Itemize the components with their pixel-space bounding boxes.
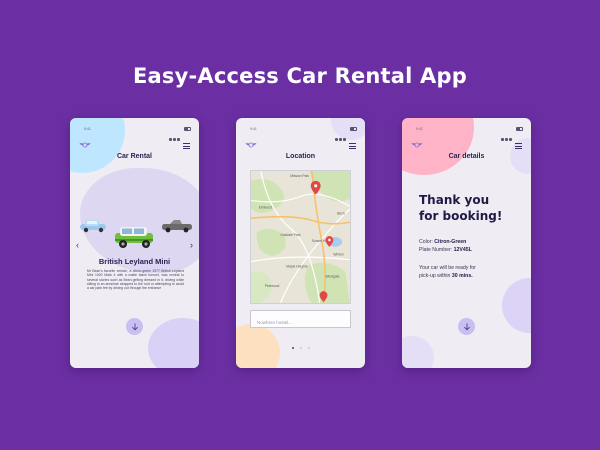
heading-line: for booking! bbox=[419, 209, 503, 223]
battery-icon bbox=[516, 127, 523, 131]
search-input[interactable] bbox=[251, 314, 350, 331]
phone-car-rental: 9:41 Car Rental ‹ › British Leyland Mini… bbox=[70, 118, 199, 368]
car-carousel[interactable] bbox=[70, 215, 199, 250]
page-title: Location bbox=[285, 153, 316, 160]
pickup-line: Your car will be ready for bbox=[419, 265, 476, 271]
mini-logo-icon[interactable] bbox=[245, 141, 257, 149]
battery-icon bbox=[350, 127, 357, 131]
signal-icon bbox=[335, 128, 349, 141]
svg-text:Mission Park: Mission Park bbox=[290, 174, 309, 178]
chevron-right-icon[interactable]: › bbox=[190, 240, 193, 250]
status-time: 9:41 bbox=[416, 127, 423, 131]
svg-text:Pinewood: Pinewood bbox=[265, 284, 280, 288]
car-grey-thumbnail bbox=[162, 220, 192, 233]
page-title: Car details bbox=[448, 153, 485, 160]
svg-text:Maple Heights: Maple Heights bbox=[286, 265, 308, 269]
page-indicator bbox=[236, 336, 365, 354]
status-bar: 9:41 bbox=[70, 127, 199, 141]
color-value: Citron-Green bbox=[434, 239, 467, 245]
battery-icon bbox=[184, 127, 191, 131]
headline: Easy-Access Car Rental App bbox=[133, 64, 467, 88]
color-label: Color: bbox=[419, 239, 433, 245]
arrow-down-icon bbox=[131, 322, 138, 330]
svg-text:Elmhurst: Elmhurst bbox=[259, 205, 272, 209]
color-row: Color: Citron-Green bbox=[419, 239, 472, 247]
svg-text:Winton: Winton bbox=[333, 253, 343, 257]
page-title: Car Rental bbox=[116, 153, 152, 160]
decor-blob bbox=[148, 318, 199, 368]
status-time: 9:41 bbox=[250, 127, 257, 131]
phone-location: 9:41 Location Mission Park Elmhurst Birc… bbox=[236, 118, 365, 368]
signal-icon bbox=[169, 128, 183, 141]
hamburger-menu-icon[interactable] bbox=[349, 143, 356, 149]
mini-logo-icon[interactable] bbox=[411, 141, 423, 149]
phone-car-details: 9:41 Car details Thank you for booking! … bbox=[402, 118, 531, 368]
svg-text:Birch: Birch bbox=[337, 211, 345, 215]
pickup-time: 30 mins. bbox=[451, 272, 473, 279]
page-dot-active[interactable] bbox=[291, 347, 294, 349]
scroll-down-button[interactable] bbox=[458, 318, 475, 335]
status-bar: 9:41 bbox=[236, 127, 365, 141]
car-info: Color: Citron-Green Plate Number: 12V45L bbox=[419, 239, 472, 254]
pickup-line: pick-up within 30 mins. bbox=[419, 273, 476, 281]
hamburger-menu-icon[interactable] bbox=[183, 143, 190, 149]
car-description: Mr Bean's favorite vehicle, a citron-gre… bbox=[87, 269, 184, 291]
plate-value: 12V45L bbox=[453, 246, 472, 253]
mini-logo-icon[interactable] bbox=[79, 141, 91, 149]
signal-icon bbox=[501, 128, 515, 141]
decor-blob bbox=[502, 278, 531, 333]
location-search-field[interactable] bbox=[250, 310, 351, 331]
status-time: 9:41 bbox=[84, 127, 91, 131]
heading-line: Thank you bbox=[419, 193, 490, 207]
pickup-info: Your car will be ready for pick-up withi… bbox=[419, 265, 476, 280]
plate-row: Plate Number: 12V45L bbox=[419, 247, 472, 255]
svg-text:Oakdale Park: Oakdale Park bbox=[280, 233, 300, 237]
page-dot[interactable] bbox=[307, 347, 310, 349]
arrow-down-icon bbox=[463, 322, 470, 330]
scroll-down-button[interactable] bbox=[126, 318, 143, 335]
plate-label: Plate Number: bbox=[419, 246, 453, 253]
decor-blob bbox=[402, 336, 434, 368]
chevron-left-icon[interactable]: ‹ bbox=[76, 240, 79, 250]
svg-text:Westgate: Westgate bbox=[325, 274, 339, 278]
hamburger-menu-icon[interactable] bbox=[515, 143, 522, 149]
car-green-mini bbox=[115, 227, 153, 248]
booking-confirmation-heading: Thank you for booking! bbox=[419, 192, 523, 224]
pickup-prefix: pick-up within bbox=[419, 272, 451, 279]
map-view[interactable]: Mission Park Elmhurst Birch Oakdale Park… bbox=[250, 170, 351, 304]
status-bar: 9:41 bbox=[402, 127, 531, 141]
car-name: British Leyland Mini bbox=[98, 257, 171, 266]
car-blue-thumbnail bbox=[80, 220, 106, 233]
page-dot[interactable] bbox=[299, 347, 302, 349]
